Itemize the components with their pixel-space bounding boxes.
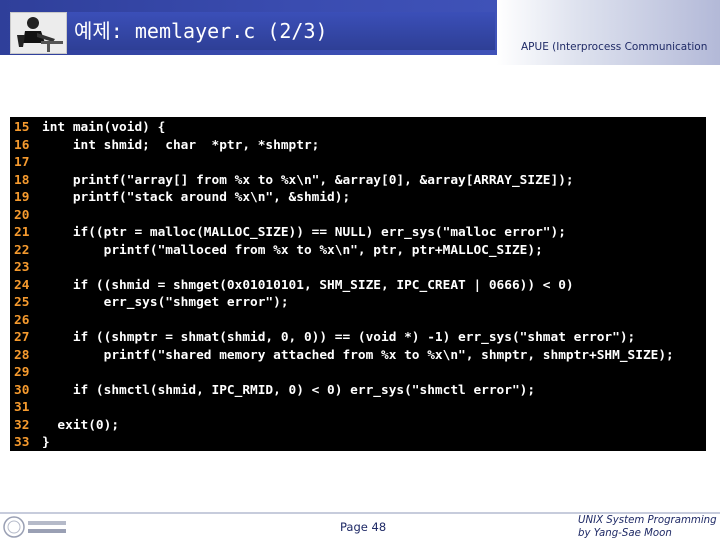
line-number: 25 xyxy=(14,295,30,310)
code-block: 15 int main(void) { 16 int shmid; char *pt… xyxy=(10,117,706,451)
code-text: printf("shared memory attached from %x t… xyxy=(42,347,674,363)
slide-title: 예제: memlayer.c (2/3) xyxy=(74,19,328,43)
code-text: printf("stack around %x\n", &shmid); xyxy=(42,190,351,205)
course-author: by Yang-Sae Moon xyxy=(578,528,672,539)
code-line: 17 xyxy=(14,154,674,172)
code-line: 15 int main(void) { xyxy=(14,119,674,137)
line-number: 19 xyxy=(14,190,30,205)
code-text: if (shmctl(shmid, IPC_RMID, 0) < 0) err_… xyxy=(42,382,536,398)
code-text: if((ptr = malloc(MALLOC_SIZE)) == NULL) … xyxy=(42,225,566,240)
line-number: 22 xyxy=(14,242,30,258)
line-number: 15 xyxy=(14,120,30,135)
person-at-desk-icon xyxy=(10,12,67,54)
subtitle-bar xyxy=(497,0,720,65)
course-name: UNIX System Programming xyxy=(578,515,717,526)
code-line: 26 xyxy=(14,312,674,330)
code-line: 24 if ((shmid = shmget(0x01010101, SHM_S… xyxy=(14,277,674,295)
code-text: int shmid; char *ptr, *shmptr; xyxy=(42,137,320,153)
line-number: 29 xyxy=(14,365,30,380)
code-text: exit(0); xyxy=(42,417,120,433)
code-line: 16 int shmid; char *ptr, *shmptr; xyxy=(14,137,674,155)
code-text: if ((shmptr = shmat(shmid, 0, 0)) == (vo… xyxy=(42,330,636,345)
code-line: 31 xyxy=(14,399,674,417)
line-number: 26 xyxy=(14,312,30,328)
code-text: printf("array[] from %x to %x\n", &array… xyxy=(42,172,574,188)
line-number: 24 xyxy=(14,277,30,293)
code-lines: 15 int main(void) { 16 int shmid; char *pt… xyxy=(14,119,674,452)
line-number: 30 xyxy=(14,382,30,398)
line-number: 27 xyxy=(14,330,30,345)
code-text: } xyxy=(42,435,50,450)
line-number: 28 xyxy=(14,347,30,363)
line-number: 21 xyxy=(14,225,30,240)
line-number: 23 xyxy=(14,260,30,275)
line-number: 16 xyxy=(14,137,30,153)
code-line: 28 printf("shared memory attached from %… xyxy=(14,347,674,365)
code-line: 21 if((ptr = malloc(MALLOC_SIZE)) == NUL… xyxy=(14,224,674,242)
line-number: 33 xyxy=(14,435,30,450)
code-line: 29 xyxy=(14,364,674,382)
code-line: 22 printf("malloced from %x to %x\n", pt… xyxy=(14,242,674,260)
code-line: 25 err_sys("shmget error"); xyxy=(14,294,674,312)
code-text: printf("malloced from %x to %x\n", ptr, … xyxy=(42,242,543,258)
line-number: 17 xyxy=(14,155,30,170)
course-subtitle: APUE (Interprocess Communication xyxy=(521,41,708,53)
line-number: 18 xyxy=(14,172,30,188)
code-text: err_sys("shmget error"); xyxy=(42,295,289,310)
code-line: 33} xyxy=(14,434,674,452)
code-line: 19 printf("stack around %x\n", &shmid); xyxy=(14,189,674,207)
course-credit: UNIX System Programming by Yang-Sae Moon xyxy=(578,514,718,540)
code-text: if ((shmid = shmget(0x01010101, SHM_SIZE… xyxy=(42,277,574,293)
code-line: 30 if (shmctl(shmid, IPC_RMID, 0) < 0) e… xyxy=(14,382,674,400)
page-number: Page 48 xyxy=(340,520,387,534)
code-text: int main(void) { xyxy=(42,120,166,135)
code-line: 23 xyxy=(14,259,674,277)
code-line: 18 printf("array[] from %x to %x\n", &ar… xyxy=(14,172,674,190)
code-line: 32 exit(0); xyxy=(14,417,674,435)
university-seal-icon xyxy=(2,514,70,540)
line-number: 32 xyxy=(14,417,30,433)
line-number: 20 xyxy=(14,207,30,223)
code-line: 27 if ((shmptr = shmat(shmid, 0, 0)) == … xyxy=(14,329,674,347)
code-line: 20 xyxy=(14,207,674,225)
line-number: 31 xyxy=(14,400,30,415)
